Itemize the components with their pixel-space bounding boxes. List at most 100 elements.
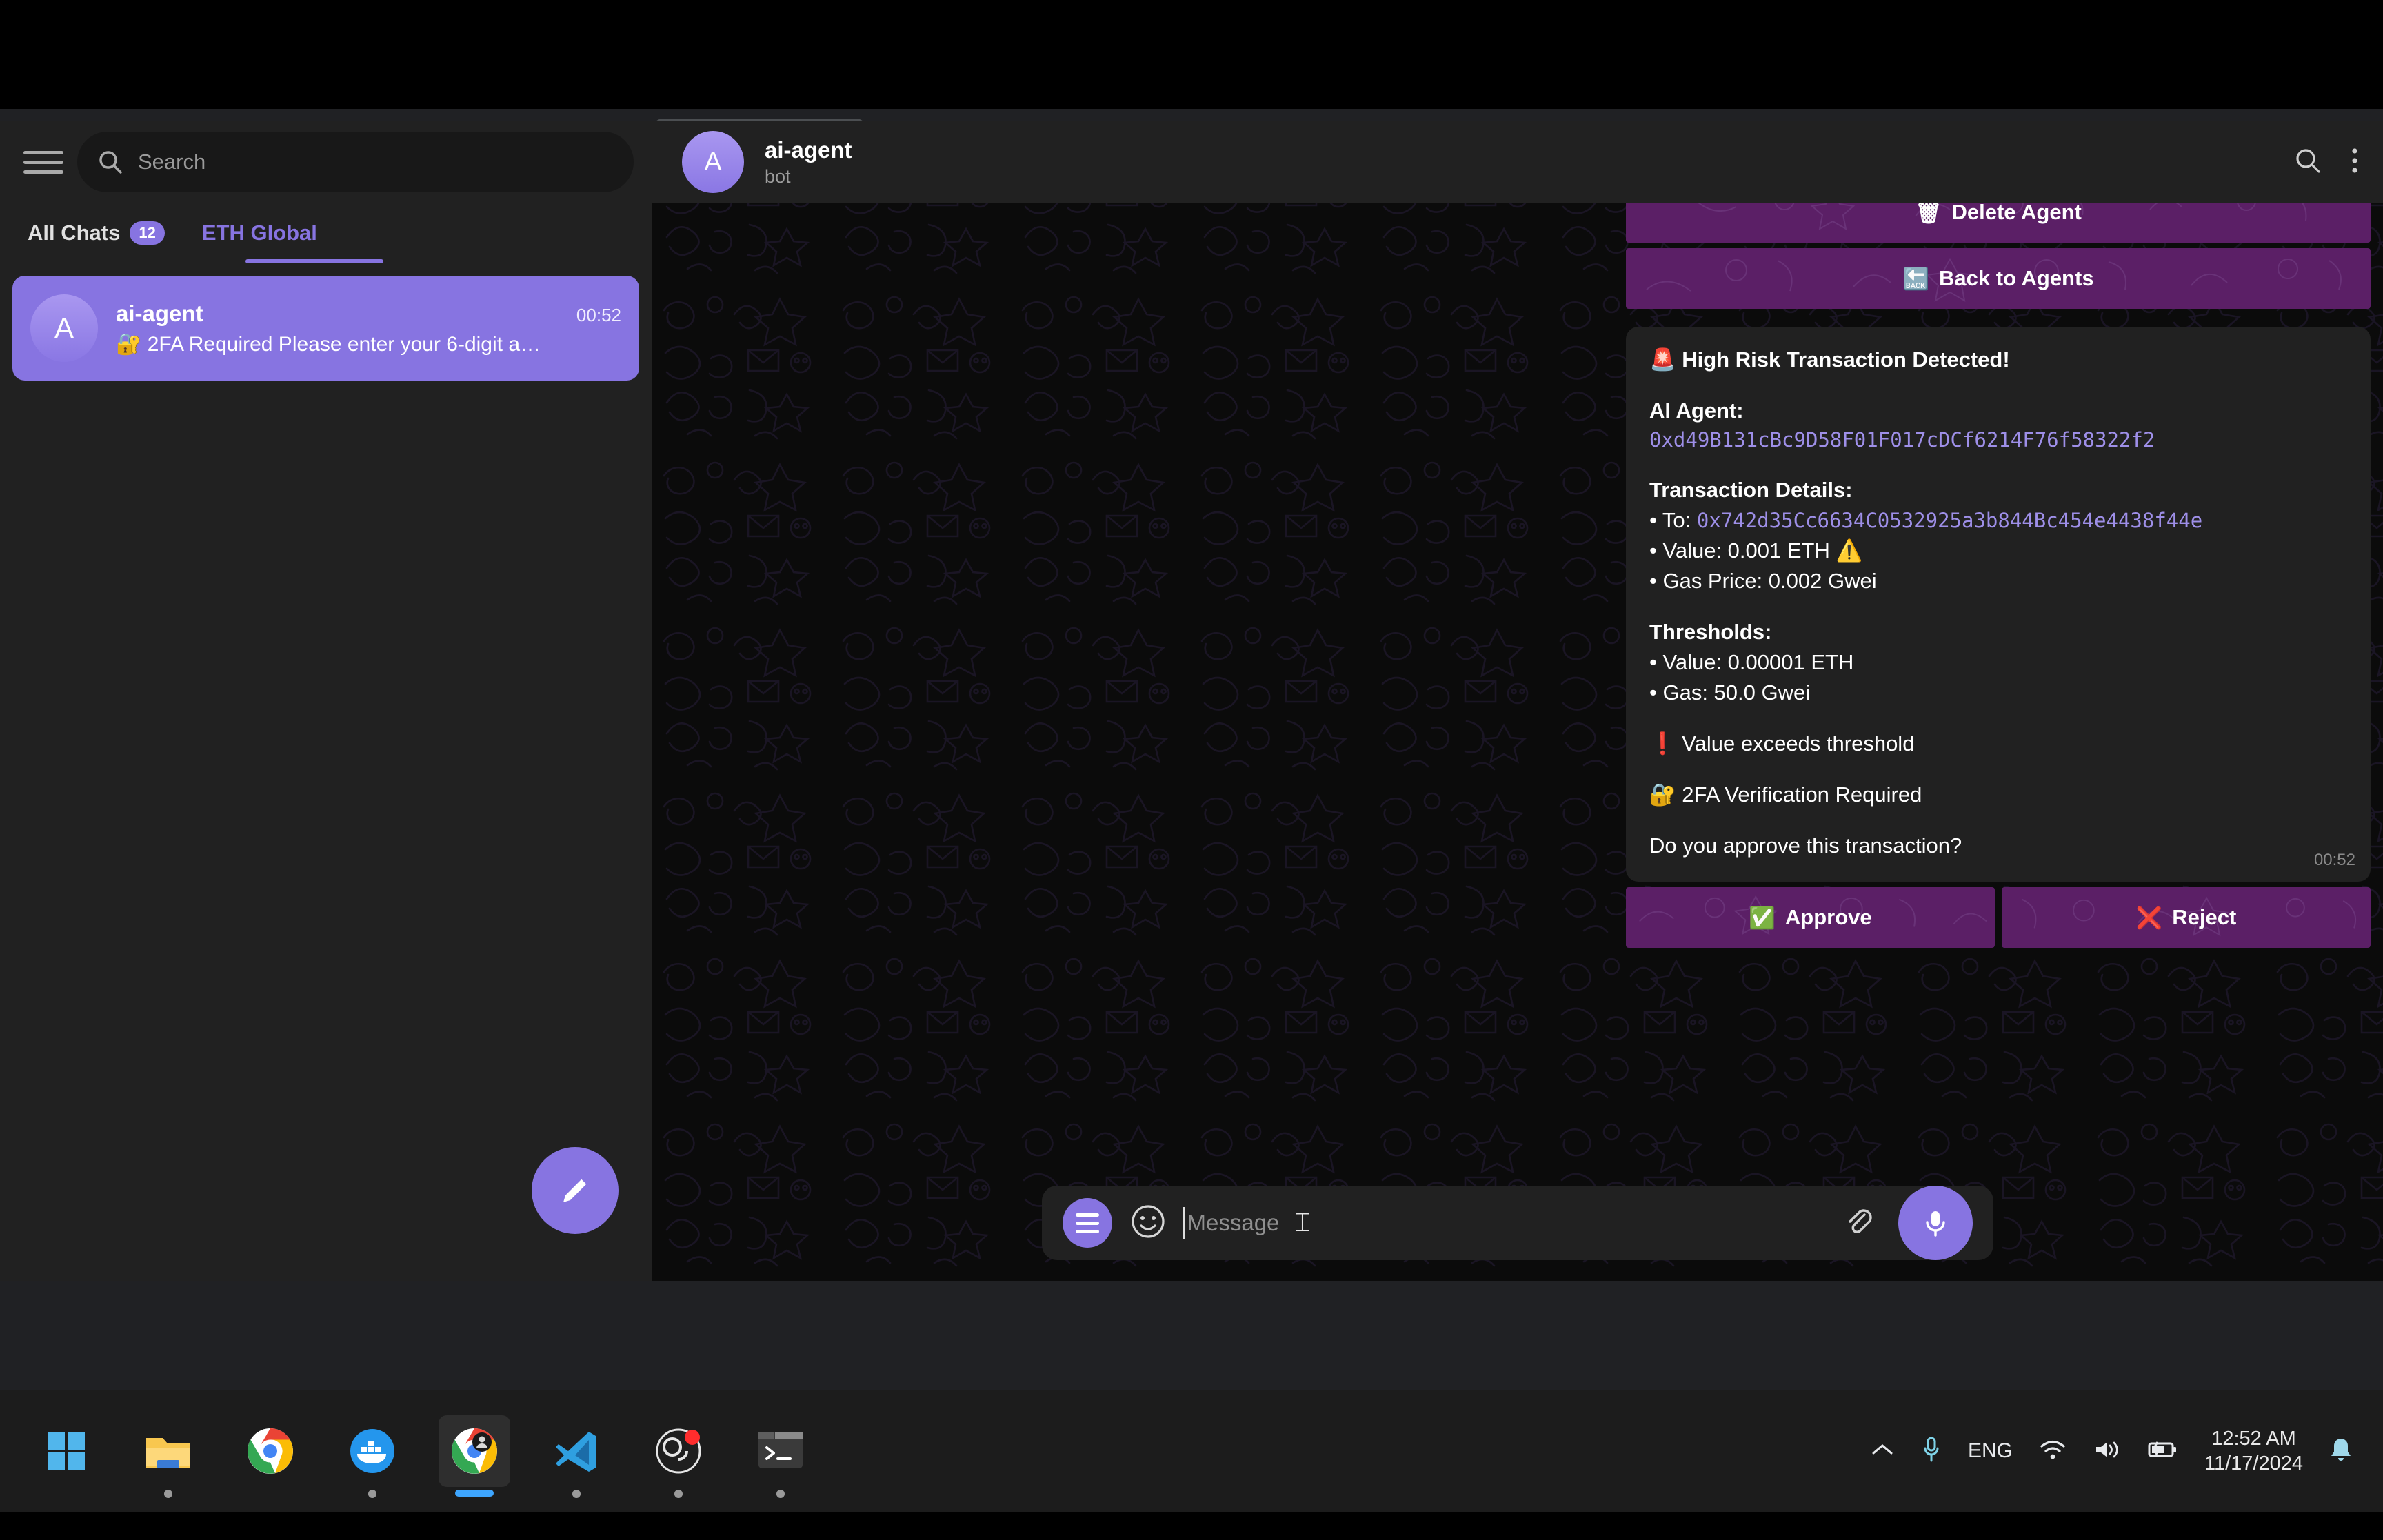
- delete-agent-button[interactable]: 🗑 Delete Agent: [1626, 203, 2371, 243]
- chevron-up-icon[interactable]: [1870, 1441, 1895, 1461]
- terminal-icon: [758, 1432, 803, 1468]
- language-indicator[interactable]: ENG: [1968, 1439, 2013, 1463]
- chat-time: 00:52: [576, 304, 621, 325]
- paperclip-icon[interactable]: [1842, 1205, 1875, 1242]
- exclamation-icon: ❗: [1649, 731, 1676, 756]
- approve-question: Do you approve this transaction?: [1649, 833, 1962, 858]
- message-composer-area: Message ⌶: [652, 1179, 2383, 1281]
- message-bubble: 🚨 High Risk Transaction Detected! AI Age…: [1626, 327, 2371, 882]
- compose-fab-button[interactable]: [532, 1147, 619, 1234]
- text-caret: [1182, 1207, 1185, 1239]
- tab-all-chats[interactable]: All Chats 12: [28, 221, 165, 245]
- start-button[interactable]: [30, 1415, 102, 1487]
- tx-to-value[interactable]: 0x742d35Cc6634C0532925a3b844Bc454e4438f4…: [1697, 509, 2202, 532]
- folder-icon: [146, 1438, 190, 1468]
- chat-subtitle: bot: [765, 165, 791, 187]
- docker-desktop-button[interactable]: [336, 1415, 408, 1487]
- taskbar-apps: [0, 1415, 816, 1487]
- chat-header: A ai-agent bot: [652, 121, 2383, 203]
- ai-agent-address[interactable]: 0xd49B131cBc9D58F01F017cDCf6214F76f58322…: [1649, 426, 2347, 454]
- tx-details-label: Transaction Details:: [1649, 478, 1853, 503]
- search-icon: [97, 148, 124, 176]
- search-icon[interactable]: [2293, 146, 2322, 179]
- telegram-app: Search All Chats 12 ETH Global A ai-agen…: [0, 121, 2383, 1281]
- tx-to-label: • To:: [1649, 508, 1691, 533]
- pencil-icon: [563, 1178, 587, 1202]
- check-mark-icon: ✅: [1749, 905, 1776, 930]
- telegram-sidebar: Search All Chats 12 ETH Global A ai-agen…: [0, 121, 652, 1281]
- thresholds-label: Thresholds:: [1649, 620, 1772, 645]
- vscode-icon: [556, 1432, 596, 1472]
- tx-to-row: • To: 0x742d35Cc6634C0532925a3b844Bc454e…: [1649, 505, 2347, 536]
- speaker-icon[interactable]: [2093, 1439, 2120, 1464]
- vs-code-button[interactable]: [541, 1415, 612, 1487]
- google-chrome-button[interactable]: [234, 1415, 306, 1487]
- twofa-text: 2FA Verification Required: [1682, 782, 1922, 807]
- message-list[interactable]: 🗑 Delete Agent 🔙 Back to Agents 🚨 High R…: [652, 203, 2383, 1179]
- message-input[interactable]: Message ⌶: [1182, 1207, 1842, 1239]
- reject-label: Reject: [2172, 905, 2237, 930]
- cross-mark-icon: ❌: [2135, 905, 2163, 930]
- threshold-gas: • Gas: 50.0 Gwei: [1649, 680, 1811, 705]
- file-explorer-button[interactable]: [132, 1415, 204, 1487]
- inline-keyboard-actions: ✅ Approve ❌ Reject: [1626, 887, 2371, 949]
- alert-title-row: 🚨 High Risk Transaction Detected!: [1649, 345, 2347, 375]
- trash-icon: 🗑: [1915, 203, 1942, 225]
- tx-gas-price: • Gas Price: 0.002 Gwei: [1649, 569, 1877, 594]
- approve-label: Approve: [1784, 905, 1872, 930]
- microphone-icon[interactable]: [1921, 1435, 1942, 1468]
- twofa-row: 🔐 2FA Verification Required: [1649, 780, 2347, 810]
- inline-keyboard-top: 🗑 Delete Agent: [1626, 203, 2371, 243]
- chat-preview: 🔐 2FA Required Please enter your 6-digit…: [116, 332, 541, 356]
- smiley-icon[interactable]: [1130, 1204, 1166, 1243]
- inline-keyboard-back: 🔙 Back to Agents: [1626, 248, 2371, 309]
- message-input-bar[interactable]: Message ⌶: [1041, 1186, 1993, 1260]
- siren-icon: 🚨: [1649, 347, 1676, 372]
- chat-list-item-ai-agent[interactable]: A ai-agent 00:52 🔐 2FA Required Please e…: [12, 276, 639, 381]
- windows-taskbar: ENG 12:52 AM 11/17/2024: [0, 1390, 2383, 1512]
- wifi-icon[interactable]: [2039, 1439, 2067, 1464]
- bot-menu-icon[interactable]: [1062, 1198, 1112, 1248]
- search-input[interactable]: Search: [77, 132, 634, 192]
- tab-all-chats-badge: 12: [130, 221, 165, 245]
- alert-title: High Risk Transaction Detected!: [1682, 347, 2010, 372]
- clock-time: 12:52 AM: [2211, 1427, 2296, 1450]
- hamburger-icon[interactable]: [23, 142, 63, 182]
- tab-eth-global[interactable]: ETH Global: [202, 221, 317, 245]
- tx-value-row: • Value: 0.001 ETH ⚠️: [1649, 536, 2347, 566]
- chat-name: ai-agent: [116, 300, 203, 326]
- more-vertical-icon[interactable]: [2351, 146, 2358, 179]
- back-to-agents-label: Back to Agents: [1939, 266, 2094, 290]
- clock[interactable]: 12:52 AM 11/17/2024: [2204, 1426, 2303, 1477]
- battery-charging-icon[interactable]: [2146, 1439, 2178, 1463]
- sidebar-top-bar: Search: [0, 121, 652, 203]
- avatar: A: [682, 131, 744, 193]
- ai-agent-label: AI Agent:: [1649, 398, 1744, 423]
- tab-all-chats-label: All Chats: [28, 221, 121, 245]
- microphone-icon: [1925, 1211, 1945, 1237]
- obs-icon: [656, 1428, 701, 1474]
- microphone-button[interactable]: [1898, 1186, 1973, 1260]
- screen-root: BLK Design System React b ✕ Blockchain A…: [0, 0, 2383, 1540]
- telegram-chat-panel: A ai-agent bot 🗑 Delete Agent 🔙 Back to …: [652, 121, 2383, 1281]
- reject-button[interactable]: ❌ Reject: [2002, 887, 2371, 949]
- message-timestamp: 00:52: [2313, 851, 2355, 870]
- windows-terminal-button[interactable]: [745, 1415, 816, 1487]
- warning-row: ❗ Value exceeds threshold: [1649, 729, 2347, 759]
- i-beam-cursor-icon: ⌶: [1294, 1208, 1311, 1237]
- obs-studio-button[interactable]: [643, 1415, 714, 1487]
- warning-triangle-icon: ⚠️: [1836, 538, 1863, 563]
- back-to-agents-button[interactable]: 🔙 Back to Agents: [1626, 248, 2371, 309]
- system-tray: ENG 12:52 AM 11/17/2024: [1870, 1426, 2383, 1477]
- lock-icon: 🔐: [1649, 782, 1676, 807]
- avatar: A: [30, 294, 98, 362]
- chrome-beta-button[interactable]: [439, 1415, 510, 1487]
- docker-icon: [350, 1429, 394, 1473]
- clock-date: 11/17/2024: [2204, 1452, 2303, 1475]
- bell-icon[interactable]: [2329, 1436, 2353, 1467]
- active-tab-underline: [245, 259, 383, 263]
- approve-button[interactable]: ✅ Approve: [1626, 887, 1995, 949]
- chat-title: ai-agent: [765, 136, 852, 163]
- chrome-icon: [248, 1428, 293, 1474]
- search-placeholder: Search: [138, 150, 206, 174]
